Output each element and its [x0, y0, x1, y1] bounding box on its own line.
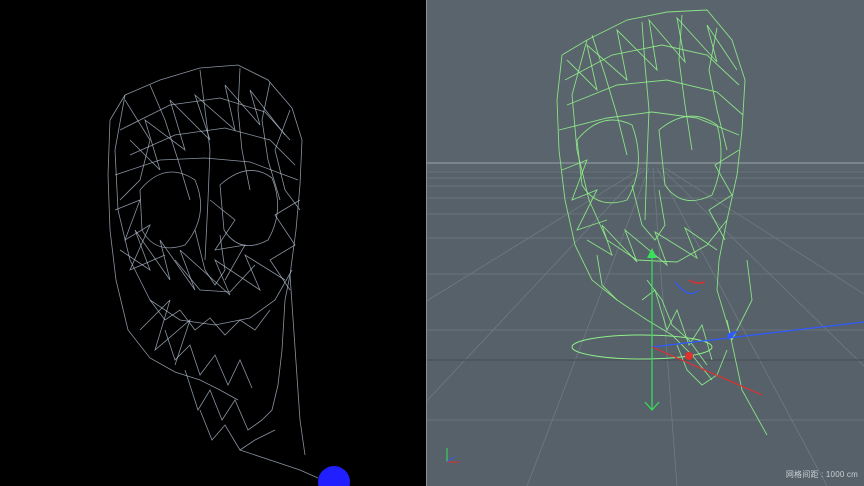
grid-spacing-readout: 网格间距 : 1000 cm: [785, 470, 858, 479]
manipulator-handle-icon[interactable]: [318, 466, 350, 486]
head-wireframe-mesh: [107, 64, 319, 479]
left-wireframe-canvas: [107, 64, 350, 486]
gizmo-x-handle-icon: [685, 352, 693, 360]
move-gizmo[interactable]: [644, 248, 864, 411]
viewport-left[interactable]: [0, 0, 426, 486]
app-window: 网格间距 : 1000 cm: [0, 0, 864, 486]
viewport-right[interactable]: 网格间距 : 1000 cm: [427, 0, 864, 486]
right-viewport-canvas: [427, 0, 864, 486]
world-axis-icon: [446, 448, 459, 463]
